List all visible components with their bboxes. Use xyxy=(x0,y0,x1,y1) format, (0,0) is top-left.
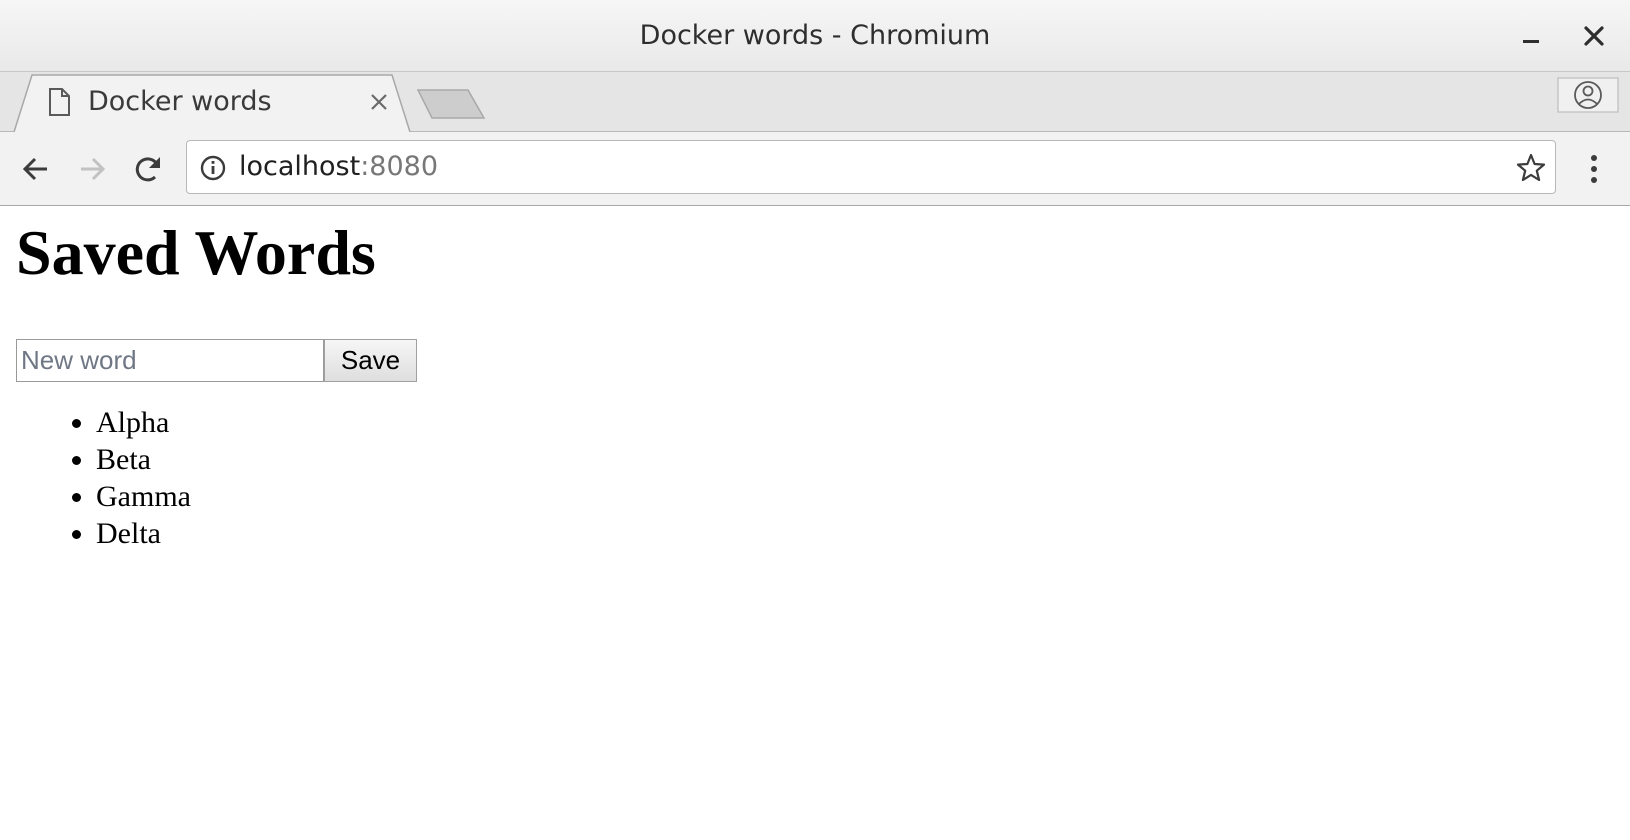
close-icon[interactable] xyxy=(1576,18,1612,54)
info-icon[interactable] xyxy=(199,154,227,182)
document-icon xyxy=(46,87,72,117)
tab-strip: Docker words xyxy=(0,72,1630,132)
saved-words-list: AlphaBetaGammaDelta xyxy=(96,404,191,552)
minimize-icon[interactable] xyxy=(1513,18,1549,54)
page-content: Saved Words Save AlphaBetaGammaDelta xyxy=(0,206,1630,840)
list-item: Delta xyxy=(96,515,191,552)
url-port: :8080 xyxy=(360,151,439,182)
profile-icon[interactable] xyxy=(1557,77,1619,113)
page-title: Saved Words xyxy=(16,217,376,288)
window-title: Docker words - Chromium xyxy=(639,20,991,51)
window-titlebar: Docker words - Chromium xyxy=(0,0,1630,72)
kebab-menu-icon[interactable] xyxy=(1580,150,1608,188)
url-host: localhost xyxy=(239,151,361,182)
forward-arrow-icon[interactable] xyxy=(73,150,111,188)
star-icon[interactable] xyxy=(1515,152,1547,184)
tab-title[interactable]: Docker words xyxy=(88,72,272,132)
new-tab-icon[interactable] xyxy=(416,86,488,122)
close-tab-icon[interactable] xyxy=(366,89,392,115)
reload-icon[interactable] xyxy=(129,150,167,188)
list-item: Beta xyxy=(96,441,191,478)
new-word-input[interactable] xyxy=(16,339,324,382)
back-arrow-icon[interactable] xyxy=(17,150,55,188)
url-text[interactable]: localhost:8080 xyxy=(239,141,438,193)
address-bar[interactable]: localhost:8080 xyxy=(186,140,1556,194)
save-button[interactable]: Save xyxy=(324,339,417,382)
browser-toolbar: localhost:8080 xyxy=(0,132,1630,206)
list-item: Gamma xyxy=(96,478,191,515)
list-item: Alpha xyxy=(96,404,191,441)
